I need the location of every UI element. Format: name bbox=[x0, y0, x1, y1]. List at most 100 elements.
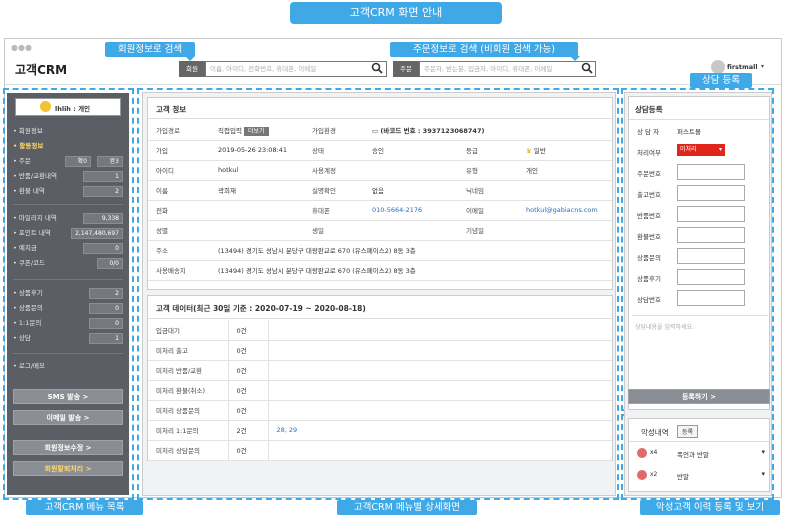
cell-label: 가입경로 bbox=[148, 120, 210, 141]
refund-no-input[interactable] bbox=[677, 227, 745, 243]
cell-value bbox=[518, 180, 612, 201]
order-search-input[interactable]: 주문자, 받는분, 입금자, 아이디, 휴대폰, 이메일 bbox=[419, 61, 596, 77]
callout-detail: 고객CRM 메뉴별 상세화면 bbox=[337, 500, 477, 515]
cell-value: 개인 bbox=[518, 160, 612, 181]
value-box: 2,147,480,697 bbox=[71, 228, 123, 239]
menu-return[interactable]: • 반품/교환내역 1 bbox=[7, 169, 129, 184]
user-name[interactable]: firstmall bbox=[727, 63, 758, 71]
menu-point[interactable]: • 포인트 내역 2,147,480,697 bbox=[7, 226, 129, 241]
cell-label: 상태 bbox=[304, 140, 364, 161]
table-row: 가입 2019-05-26 23:08:41 상태 승인 등급 ♛ 일반 bbox=[148, 140, 612, 161]
menu-1to1[interactable]: • 1:1문의 0 bbox=[7, 316, 129, 331]
menu-activity-info[interactable]: • 활동정보 bbox=[7, 139, 129, 154]
sms-button[interactable]: SMS 발송 > bbox=[13, 389, 123, 404]
callout-arrow bbox=[570, 56, 580, 61]
member-search-label: 회원 bbox=[179, 61, 205, 77]
cell-value: ♛ 일반 bbox=[518, 140, 612, 161]
menu-refund[interactable]: • 환불 내역 2 bbox=[7, 184, 129, 199]
cell-value bbox=[364, 160, 458, 181]
value-box: 2 bbox=[83, 186, 123, 197]
inquiry-links[interactable]: 28, 29 bbox=[268, 420, 612, 441]
order-count-a: 확0 bbox=[65, 156, 91, 167]
cell-value: 0건 bbox=[227, 320, 269, 341]
list-item[interactable]: x4 폭언과 반말 ▾ bbox=[629, 446, 769, 462]
cell-label: 아이디 bbox=[148, 160, 210, 181]
bad-customer-panel: 악성내역 등록 x4 폭언과 반말 ▾ x2 반말 ▾ bbox=[628, 418, 770, 492]
member-search-input[interactable]: 이름, 아이디, 전화번호, 휴대폰, 이메일 bbox=[205, 61, 387, 77]
menu-log[interactable]: • 로그/메모 bbox=[7, 359, 129, 374]
cell-value bbox=[210, 220, 304, 241]
menu-deposit[interactable]: • 예치금 0 bbox=[7, 241, 129, 256]
menu-qna[interactable]: • 상품문의 0 bbox=[7, 301, 129, 316]
menu-review[interactable]: • 상품후기 2 bbox=[7, 286, 129, 301]
return-no-row: 반품번호 bbox=[629, 205, 771, 226]
menu-mileage[interactable]: • 마일리지 내역 9,338 bbox=[7, 211, 129, 226]
chevron-down-icon[interactable]: ▾ bbox=[761, 63, 764, 70]
bad-register-button[interactable]: 등록 bbox=[677, 425, 699, 438]
avatar[interactable] bbox=[711, 60, 725, 74]
callout-order-search: 주문정보로 검색 (비회원 검색 가능) bbox=[390, 42, 578, 57]
cell-value: 0건 bbox=[227, 360, 269, 381]
search-icon[interactable] bbox=[371, 62, 383, 74]
cell-label: 기념일 bbox=[458, 220, 518, 241]
cell-value: hotkul bbox=[210, 160, 304, 181]
value-box: 0 bbox=[89, 303, 123, 314]
table-row: 주소 (13494) 경기도 성남시 분당구 대왕판교로 670 (유스페이스2… bbox=[148, 240, 612, 261]
order-no-input[interactable] bbox=[677, 164, 745, 180]
detail-main: 고객 정보 가입경로 직접입력 더보기 가입환경 ▭ (바코드 번호 : 393… bbox=[142, 92, 616, 496]
search-icon[interactable] bbox=[581, 62, 593, 74]
withdraw-button[interactable]: 회원탈퇴처리 > bbox=[13, 461, 123, 476]
counselor-value: 퍼스트몰 bbox=[677, 128, 701, 136]
cell-value: 직접입력 더보기 bbox=[210, 120, 304, 141]
menu-member-info[interactable]: • 회원정보 bbox=[7, 124, 129, 139]
edit-member-button[interactable]: 회원정보수정 > bbox=[13, 440, 123, 455]
consult-no-row: 상담번호 bbox=[629, 289, 771, 310]
consult-no-input[interactable] bbox=[677, 290, 745, 306]
menu-order[interactable]: • 주문 확0 완3 bbox=[7, 154, 129, 169]
crm-logo[interactable]: 고객CRM bbox=[15, 61, 67, 78]
table-row: 미처리 출고 0건 bbox=[148, 340, 612, 361]
status-label: 처리여부 bbox=[637, 149, 661, 157]
table-row: 사용배송지 (13494) 경기도 성남시 분당구 대왕판교로 670 (유스페… bbox=[148, 260, 612, 281]
customer-data-panel: 고객 데이터(최근 30일 기준 : 2020-07-19 ~ 2020-08-… bbox=[147, 295, 613, 461]
cell-label: 닉네임 bbox=[458, 180, 518, 201]
cell-label: 가입환경 bbox=[304, 120, 364, 141]
register-button[interactable]: 등록하기 > bbox=[628, 389, 770, 404]
cell-value bbox=[364, 220, 458, 241]
divider bbox=[629, 119, 769, 120]
customer-info-panel: 고객 정보 가입경로 직접입력 더보기 가입환경 ▭ (바코드 번호 : 393… bbox=[147, 97, 613, 290]
cell-label: 가입 bbox=[148, 140, 210, 161]
divider bbox=[148, 318, 612, 319]
cell-label: 생일 bbox=[304, 220, 364, 241]
more-button[interactable]: 더보기 bbox=[244, 126, 269, 136]
cell-extra bbox=[268, 320, 612, 341]
cell-label: 이메일 bbox=[458, 200, 518, 221]
email-button[interactable]: 이메일 발송 > bbox=[13, 410, 123, 425]
order-search-label: 주문 bbox=[393, 61, 419, 77]
divider bbox=[13, 204, 123, 205]
menu-coupon[interactable]: • 쿠폰/코드 0/0 bbox=[7, 256, 129, 271]
phone-link[interactable]: 010-5664-2176 bbox=[364, 200, 458, 221]
smile-icon bbox=[40, 101, 51, 112]
cell-value: ▭ (바코드 번호 : 3937123068747) bbox=[364, 120, 612, 141]
release-no-input[interactable] bbox=[677, 185, 745, 201]
menu-consult[interactable]: • 상담 1 bbox=[7, 331, 129, 346]
status-select[interactable]: 미처리 ▾ bbox=[677, 144, 725, 156]
qna-input[interactable] bbox=[677, 248, 745, 264]
review-input[interactable] bbox=[677, 269, 745, 285]
customer-data-title: 고객 데이터(최근 30일 기준 : 2020-07-19 ~ 2020-08-… bbox=[156, 304, 366, 313]
callout-member-search: 회원정보로 검색 bbox=[105, 42, 195, 57]
consult-textarea[interactable]: 상담내용을 입력하세요. bbox=[632, 315, 768, 387]
cell-value: 2건 bbox=[227, 420, 269, 441]
callout-arrow bbox=[185, 56, 195, 61]
customer-data-table: 입금대기 0건 미처리 출고 0건 미처리 반품/교환 0건 미처리 환불(취소) 0건… bbox=[148, 320, 612, 461]
cell-label: 이름 bbox=[148, 180, 210, 201]
left-menu: lhlih : 개인 • 회원정보 • 활동정보 • 주문 확0 완3 • 반품… bbox=[7, 93, 129, 495]
crm-header: 고객CRM 회원 이름, 아이디, 전화번호, 휴대폰, 이메일 주문 주문자,… bbox=[5, 55, 781, 85]
release-no-row: 출고번호 bbox=[629, 184, 771, 205]
email-link[interactable]: hotkul@gabiacns.com bbox=[518, 200, 612, 221]
cell-label: 입금대기 bbox=[148, 320, 228, 341]
list-item[interactable]: x2 반말 ▾ bbox=[629, 468, 769, 484]
cell-value: 2019-05-26 23:08:41 bbox=[210, 140, 304, 161]
return-no-input[interactable] bbox=[677, 206, 745, 222]
